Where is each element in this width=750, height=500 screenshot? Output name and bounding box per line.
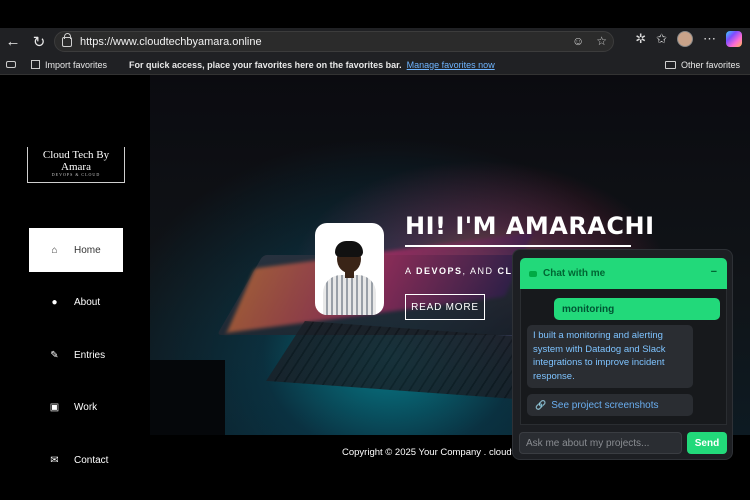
extensions-icon[interactable]: ✲ (635, 31, 646, 47)
reader-icon[interactable]: ☺ (572, 34, 584, 48)
profile-photo (315, 223, 384, 315)
chat-input[interactable] (519, 432, 682, 454)
bot-message: I built a monitoring and alerting system… (527, 325, 693, 388)
lock-icon (62, 32, 72, 47)
favorites-icon[interactable]: ✩ (656, 31, 667, 47)
nav-item-about[interactable]: ● About (29, 281, 123, 325)
chat-widget: Chat with me − monitoring I built a moni… (512, 249, 733, 460)
send-button[interactable]: Send (687, 432, 727, 454)
site-logo[interactable]: Cloud Tech By Amara DEVOPS & CLOUD (27, 147, 125, 183)
footer-copyright: Copyright © 2025 Your Company . cloudt (342, 447, 515, 458)
sidebar-nav: ⌂ Home ● About ✎ Entries ▣ Work ✉ Contac… (29, 228, 123, 470)
star-icon[interactable]: ☆ (596, 34, 607, 48)
import-favorites[interactable]: Import favorites (31, 60, 107, 70)
image-icon: ▣ (49, 402, 60, 413)
nav-item-entries[interactable]: ✎ Entries (29, 333, 123, 377)
hero-title: HI! I'M AMARACHI (405, 212, 655, 240)
chat-header[interactable]: Chat with me − (520, 258, 727, 289)
import-icon (31, 60, 40, 69)
read-more-button[interactable]: READ MORE (405, 294, 485, 320)
nav-item-work[interactable]: ▣ Work (29, 386, 123, 430)
chat-title: Chat with me (543, 268, 606, 279)
envelope-icon: ✉ (50, 454, 59, 466)
hero-subtitle: A DEVOPS, AND CLO (405, 266, 522, 276)
back-arrow-icon[interactable]: ← (0, 30, 26, 54)
nav-item-home[interactable]: ⌂ Home (29, 228, 123, 272)
more-options-icon[interactable]: ⋯ (703, 31, 716, 47)
card-icon (6, 61, 16, 68)
refresh-icon[interactable]: ↻ (26, 30, 52, 54)
profile-avatar[interactable] (677, 31, 693, 47)
os-top-bar (0, 0, 750, 28)
folder-icon (664, 60, 676, 69)
chat-minimize-button[interactable]: − (711, 266, 717, 278)
favbar-icon-button[interactable] (6, 61, 16, 68)
pencil-icon: ✎ (50, 349, 59, 361)
copilot-icon[interactable] (726, 31, 742, 47)
user-message: monitoring (554, 298, 720, 320)
address-bar[interactable]: https://www.cloudtechbyamara.online ☺ ☆ (54, 31, 614, 52)
link-icon: 🔗 (535, 399, 547, 410)
other-favorites[interactable]: Other favorites (664, 60, 740, 70)
manage-favorites-link[interactable]: Manage favorites now (407, 60, 495, 70)
url-text[interactable]: https://www.cloudtechbyamara.online (80, 36, 262, 48)
chat-bubble-icon (529, 270, 537, 277)
user-icon: ● (51, 297, 58, 308)
os-bottom-bar (0, 470, 750, 500)
hero-shadow (150, 360, 225, 435)
nav-item-contact[interactable]: ✉ Contact (29, 438, 123, 470)
home-icon: ⌂ (51, 244, 58, 256)
project-screenshots-link[interactable]: 🔗 See project screenshots (527, 394, 693, 416)
chat-messages[interactable]: monitoring I built a monitoring and aler… (520, 289, 727, 425)
hero-underline (405, 245, 631, 247)
favorites-bar: Import favorites For quick access, place… (0, 55, 750, 75)
favbar-hint: For quick access, place your favorites h… (129, 59, 402, 70)
